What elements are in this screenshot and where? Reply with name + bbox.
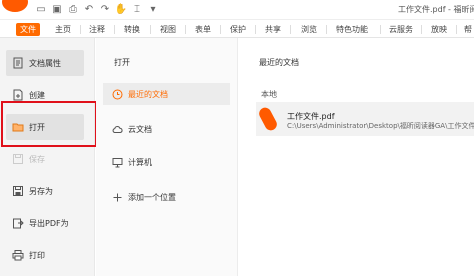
tab-separator [150, 25, 151, 34]
tab-separator [380, 25, 381, 34]
folder-icon[interactable]: ▭ [34, 4, 48, 16]
location-cloud-documents[interactable]: 云文档 [103, 118, 230, 140]
nav-export-pdf[interactable]: 导出PDF为 [6, 210, 84, 236]
file-path: C:\Users\Administrator\Desktop\福昕阅读器GA\工… [287, 122, 474, 130]
hand-icon[interactable]: ✋ [114, 4, 128, 16]
nav-label: 文档属性 [29, 58, 61, 68]
nav-save-as[interactable]: 另存为 [6, 178, 84, 204]
tab-view[interactable]: 视图 [160, 23, 176, 36]
tab-separator [326, 25, 327, 34]
clock-icon [112, 89, 123, 100]
nav-print[interactable]: 打印 [6, 242, 84, 268]
tab-separator [114, 25, 115, 34]
nav-label: 导出PDF为 [29, 218, 69, 228]
section-label-local: 本地 [261, 90, 277, 99]
tab-separator [80, 25, 81, 34]
tab-file[interactable]: 文件 [16, 23, 40, 36]
nav-document-properties[interactable]: 文档属性 [6, 50, 84, 76]
cloud-icon [112, 124, 123, 135]
location-label: 最近的文档 [128, 89, 168, 99]
tab-browse[interactable]: 浏览 [301, 23, 317, 36]
tab-separator [255, 25, 256, 34]
tab-help[interactable]: 帮 [464, 23, 472, 36]
tab-separator [290, 25, 291, 34]
tab-cloud[interactable]: 云服务 [389, 23, 413, 36]
app-logo-icon[interactable] [2, 0, 28, 12]
location-label: 计算机 [128, 157, 152, 167]
save-as-icon [12, 185, 24, 197]
file-menu-sidebar: 文档属性 创建 打开 保存 另存为 导出PDF为 打印 [0, 38, 95, 276]
more-icon[interactable]: ▾ [146, 4, 160, 16]
plus-icon [112, 192, 123, 203]
location-label: 云文档 [128, 124, 152, 134]
document-title: 工作文件.pdf - 福昕阅 [398, 5, 474, 14]
print-icon[interactable]: ⎙ [66, 4, 80, 16]
nav-label: 另存为 [29, 186, 53, 196]
tab-separator [456, 25, 457, 34]
tab-share[interactable]: 共享 [265, 23, 281, 36]
tab-home[interactable]: 主页 [55, 23, 71, 36]
save-icon [12, 153, 24, 165]
ribbon-tabs: 文件 主页 注释 转换 视图 表单 保护 共享 浏览 特色功能 云服务 放映 帮 [0, 21, 474, 38]
recent-documents-pane: 最近的文档 本地 工作文件.pdf C:\Users\Administrator… [239, 38, 474, 276]
nav-save[interactable]: 保存 [6, 146, 84, 172]
new-file-icon [12, 89, 24, 101]
nav-label: 创建 [29, 90, 45, 100]
tab-comment[interactable]: 注释 [89, 23, 105, 36]
quick-access-toolbar: ▭ ▣ ⎙ ↶ ↷ ✋ ⌶ ▾ [34, 4, 160, 16]
tab-protect[interactable]: 保护 [230, 23, 246, 36]
tab-convert[interactable]: 转换 [124, 23, 140, 36]
undo-icon[interactable]: ↶ [82, 4, 96, 16]
tab-form[interactable]: 表单 [195, 23, 211, 36]
panel-heading: 打开 [114, 58, 130, 67]
nav-label: 打印 [29, 250, 45, 260]
location-computer[interactable]: 计算机 [103, 151, 230, 173]
tab-separator [220, 25, 221, 34]
pane-title: 最近的文档 [259, 58, 299, 67]
location-add-place[interactable]: 添加一个位置 [103, 186, 230, 208]
highlight-box [1, 101, 97, 147]
tab-features[interactable]: 特色功能 [336, 23, 368, 36]
print-icon [12, 249, 24, 261]
location-label: 添加一个位置 [128, 192, 176, 202]
computer-icon [112, 157, 123, 168]
tab-separator [421, 25, 422, 34]
pdf-file-icon [257, 105, 279, 133]
nav-label: 保存 [29, 154, 45, 164]
recent-file-item[interactable]: 工作文件.pdf C:\Users\Administrator\Desktop\… [256, 102, 474, 136]
tab-separator [185, 25, 186, 34]
save-icon[interactable]: ▣ [50, 4, 64, 16]
redo-icon[interactable]: ↷ [98, 4, 112, 16]
title-bar: ▭ ▣ ⎙ ↶ ↷ ✋ ⌶ ▾ 工作文件.pdf - 福昕阅 [0, 0, 474, 20]
location-recent-documents[interactable]: 最近的文档 [103, 83, 230, 105]
open-locations-panel: 打开 最近的文档 云文档 计算机 添加一个位置 [96, 38, 238, 276]
document-icon [12, 57, 24, 69]
export-icon [12, 217, 24, 229]
tab-slideshow[interactable]: 放映 [431, 23, 447, 36]
select-icon[interactable]: ⌶ [130, 4, 144, 16]
